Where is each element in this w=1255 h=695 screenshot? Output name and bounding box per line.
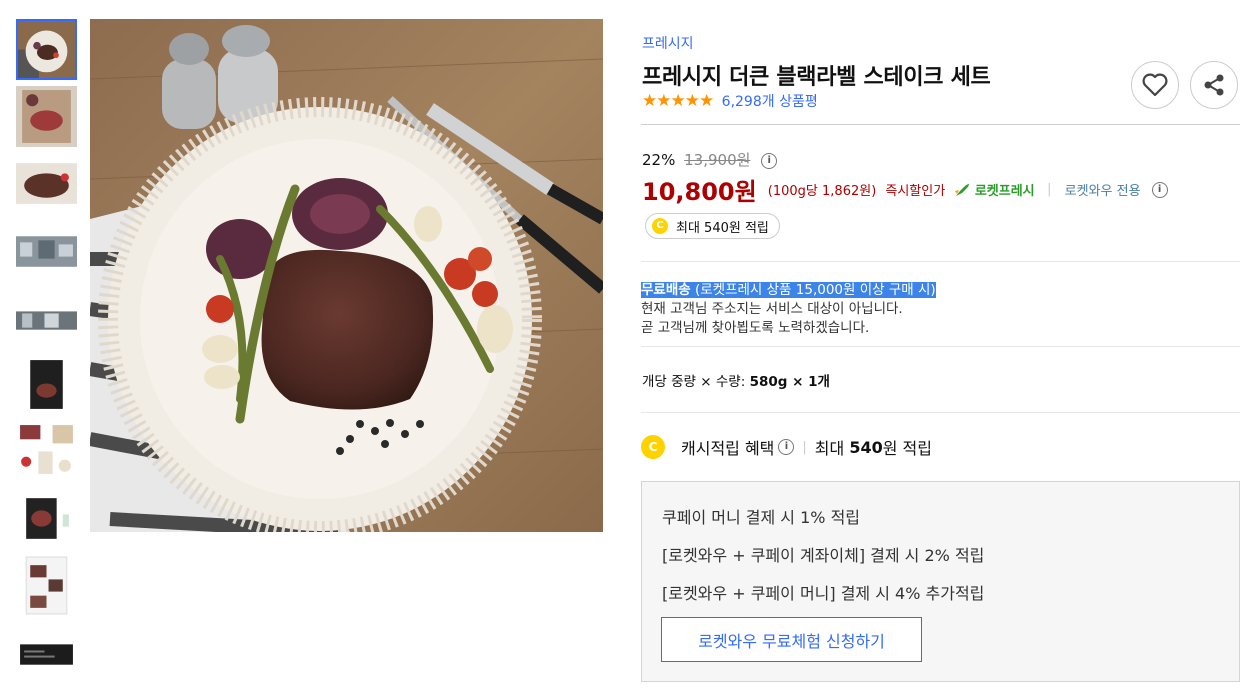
review-count-link[interactable]: 6,298개 상품평 — [722, 94, 818, 110]
divider — [641, 412, 1240, 413]
benefit-line-2: [로켓와우 + 쿠페이 계좌이체] 결제 시 2% 적립 — [662, 546, 985, 565]
separator: | — [802, 439, 807, 455]
reward-text: 최대 540원 적립 — [676, 220, 769, 236]
steak-closeup-thumbnail — [16, 153, 77, 214]
divider — [641, 261, 1240, 262]
share-icon — [1204, 74, 1224, 96]
factory-thumbnail — [16, 220, 77, 281]
quantity-row: 개당 중량 × 수량: 580g × 1개 — [642, 370, 830, 390]
thumbnail-10[interactable] — [16, 622, 77, 683]
divider — [641, 124, 1240, 125]
separator: | — [1047, 182, 1052, 197]
discount-rate: 22% — [642, 151, 676, 169]
benefit-line-3: [로켓와우 + 쿠페이 머니] 결제 시 4% 추가적립 — [662, 584, 985, 603]
label-thumbnail — [16, 622, 77, 683]
ingredients-thumbnail — [16, 421, 77, 482]
free-shipping-label: 무료배송 — [641, 282, 691, 298]
info-icon[interactable]: i — [761, 152, 778, 169]
sale-price: 10,800원 — [642, 178, 757, 206]
divider — [641, 346, 1240, 347]
product-title: 프레시지 더큰 블랙라벨 스테이크 세트 — [642, 65, 991, 90]
cash-reward-suffix: 원 적립 — [882, 439, 932, 458]
instant-discount-label: 즉시할인가 — [885, 184, 946, 199]
cash-reward-amount: 540 — [849, 437, 883, 457]
rocket-fresh-label: 로켓프레시 — [974, 184, 1035, 199]
rating-row[interactable]: ★★★★★ 6,298개 상품평 — [642, 91, 818, 111]
info-icon[interactable]: i — [778, 439, 795, 455]
kitchen-thumbnail — [16, 287, 77, 348]
thumbnail-7[interactable] — [16, 421, 77, 482]
rocket-icon — [955, 184, 970, 196]
main-product-image — [90, 19, 603, 532]
thumbnail-4[interactable] — [16, 220, 77, 281]
price-row: 10,800원 (100g당 1,862원) 즉시할인가 로켓프레시 | 로켓와… — [642, 172, 1168, 207]
raw-meat-thumbnail — [16, 86, 77, 147]
benefit-line-1: 쿠페이 머니 결제 시 1% 적립 — [662, 508, 861, 527]
info-icon[interactable]: i — [1151, 181, 1168, 198]
cash-reward-label: 캐시적립 혜택 — [681, 439, 775, 458]
rating-stars: ★★★★★ — [642, 91, 714, 111]
reward-badge: C 최대 540원 적립 — [645, 213, 780, 239]
payment-benefits-box: 쿠페이 머니 결제 시 1% 적립 [로켓와우 + 쿠페이 계좌이체] 결제 시… — [641, 481, 1240, 682]
free-shipping-condition: (로켓프레시 상품 15,000원 이상 구매 시) — [690, 282, 936, 298]
cash-reward-row: C 캐시적립 혜택 i | 최대 540 원 적립 — [641, 435, 932, 459]
free-shipping-highlight: 무료배송 (로켓프레시 상품 15,000원 이상 구매 시) — [641, 282, 936, 298]
thumbnail-5[interactable] — [16, 287, 77, 348]
heart-icon — [1142, 73, 1168, 97]
cash-reward-prefix: 최대 — [814, 439, 845, 458]
thumbnail-3[interactable] — [16, 153, 77, 214]
rocket-fresh-badge: 로켓프레시 — [954, 184, 1039, 199]
thumbnail-1[interactable] — [16, 19, 77, 80]
shipping-notice-1: 현재 고객님 주소지는 서비스 대상이 아닙니다. — [641, 301, 903, 317]
discount-row: 22% 13,900원 i — [642, 149, 778, 170]
steak-plate-thumbnail — [18, 21, 75, 78]
thumbnail-6[interactable] — [16, 354, 77, 415]
rocket-wow-label: 로켓와우 전용 — [1064, 184, 1141, 199]
shipping-notice-2: 곧 고객님께 찾아뵙도록 노력하겠습니다. — [641, 320, 870, 336]
thumbnail-9[interactable] — [16, 555, 77, 616]
quantity-label: 개당 중량 × 수량: — [642, 374, 746, 390]
recipe-thumbnail — [16, 555, 77, 616]
tray-thumbnail — [16, 488, 77, 549]
coin-icon: C — [641, 435, 665, 459]
thumbnail-2[interactable] — [16, 86, 77, 147]
original-price: 13,900원 — [684, 151, 751, 169]
unit-price: (100g당 1,862원) — [767, 184, 877, 199]
coin-icon: C — [652, 218, 668, 234]
quantity-value: 580g × 1개 — [749, 374, 830, 390]
shipping-info: 무료배송 (로켓프레시 상품 15,000원 이상 구매 시) 현재 고객님 주… — [641, 281, 936, 338]
package-thumbnail — [16, 354, 77, 415]
brand-link[interactable]: 프레시지 — [642, 33, 694, 53]
thumbnail-8[interactable] — [16, 488, 77, 549]
share-button[interactable] — [1190, 61, 1238, 109]
rocket-wow-trial-button[interactable]: 로켓와우 무료체험 신청하기 — [661, 617, 922, 662]
wishlist-button[interactable] — [1131, 61, 1179, 109]
